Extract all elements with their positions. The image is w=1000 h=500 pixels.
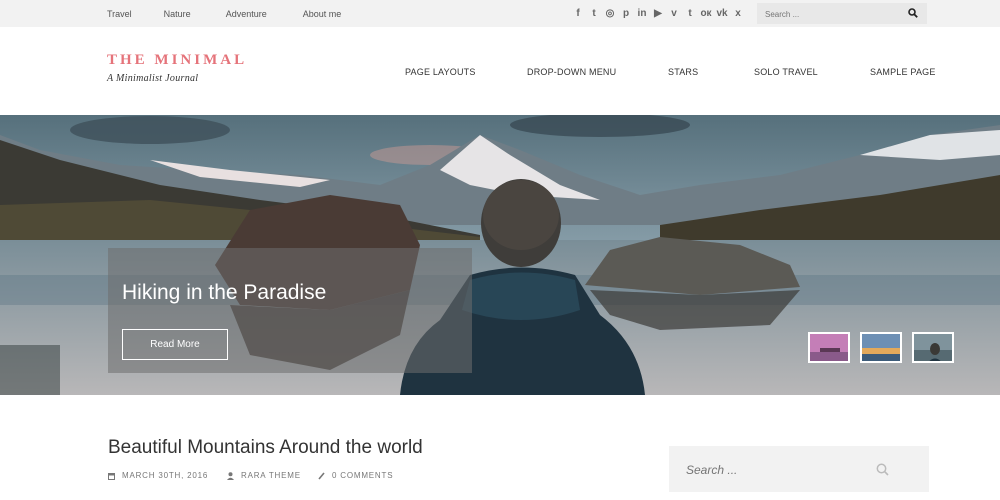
vk-icon[interactable]: vk — [714, 8, 730, 19]
top-nav-travel[interactable]: Travel — [107, 9, 132, 19]
site-branding: THE MINIMAL A Minimalist Journal — [107, 52, 247, 84]
tumblr-icon[interactable]: t — [682, 8, 698, 19]
post-title[interactable]: Beautiful Mountains Around the world — [108, 437, 423, 459]
site-header: THE MINIMAL A Minimalist Journal PAGE LA… — [0, 27, 1000, 115]
slider-thumbnail-2[interactable] — [860, 332, 902, 363]
slider-thumbnail-1[interactable] — [808, 332, 850, 363]
user-icon — [227, 471, 234, 480]
hero-title[interactable]: Hiking in the Paradise — [122, 281, 326, 305]
nav-solo-travel[interactable]: SOLO TRAVEL — [754, 67, 818, 77]
post-comments: 0 COMMENTS — [318, 471, 393, 480]
site-title[interactable]: THE MINIMAL — [107, 52, 247, 69]
top-nav-about-me[interactable]: About me — [303, 9, 342, 19]
slider-thumbnail-3[interactable] — [912, 332, 954, 363]
post-date-text[interactable]: MARCH 30TH, 2016 — [122, 471, 208, 480]
social-links: f t ◎ p in ▶ v t ок vk x — [570, 0, 746, 27]
instagram-icon[interactable]: ◎ — [602, 8, 618, 19]
read-more-button[interactable]: Read More — [122, 329, 228, 360]
post-author-text[interactable]: RARA THEME — [241, 471, 301, 480]
top-nav: Travel Nature Adventure About me — [107, 0, 373, 27]
top-search-input[interactable] — [763, 6, 897, 22]
post-date: MARCH 30TH, 2016 — [108, 471, 208, 480]
facebook-icon[interactable]: f — [570, 8, 586, 19]
nav-page-layouts[interactable]: PAGE LAYOUTS — [405, 67, 476, 77]
search-icon[interactable] — [876, 463, 889, 476]
odnoklassniki-icon[interactable]: ок — [698, 8, 714, 19]
pencil-icon — [318, 471, 325, 480]
hero-slider: Hiking in the Paradise Read More — [0, 115, 1000, 395]
vimeo-icon[interactable]: v — [666, 8, 682, 19]
site-tagline: A Minimalist Journal — [107, 73, 199, 84]
top-nav-adventure[interactable]: Adventure — [226, 9, 267, 19]
sidebar-search — [669, 446, 929, 492]
sidebar-search-input[interactable] — [684, 460, 868, 480]
xing-icon[interactable]: x — [730, 8, 746, 19]
linkedin-icon[interactable]: in — [634, 8, 650, 19]
nav-sample-page[interactable]: SAMPLE PAGE — [870, 67, 936, 77]
top-search — [757, 3, 927, 24]
search-icon[interactable] — [908, 8, 918, 18]
post-comments-text[interactable]: 0 COMMENTS — [332, 471, 393, 480]
nav-drop-down-menu[interactable]: DROP-DOWN MENU — [527, 67, 616, 77]
top-nav-nature[interactable]: Nature — [164, 9, 191, 19]
calendar-icon — [108, 472, 115, 480]
post-author: RARA THEME — [227, 471, 301, 480]
twitter-icon[interactable]: t — [586, 8, 602, 19]
pinterest-icon[interactable]: p — [618, 8, 634, 19]
youtube-icon[interactable]: ▶ — [650, 8, 666, 19]
top-bar: Travel Nature Adventure About me f t ◎ p… — [0, 0, 1000, 27]
nav-stars[interactable]: STARS — [668, 67, 698, 77]
